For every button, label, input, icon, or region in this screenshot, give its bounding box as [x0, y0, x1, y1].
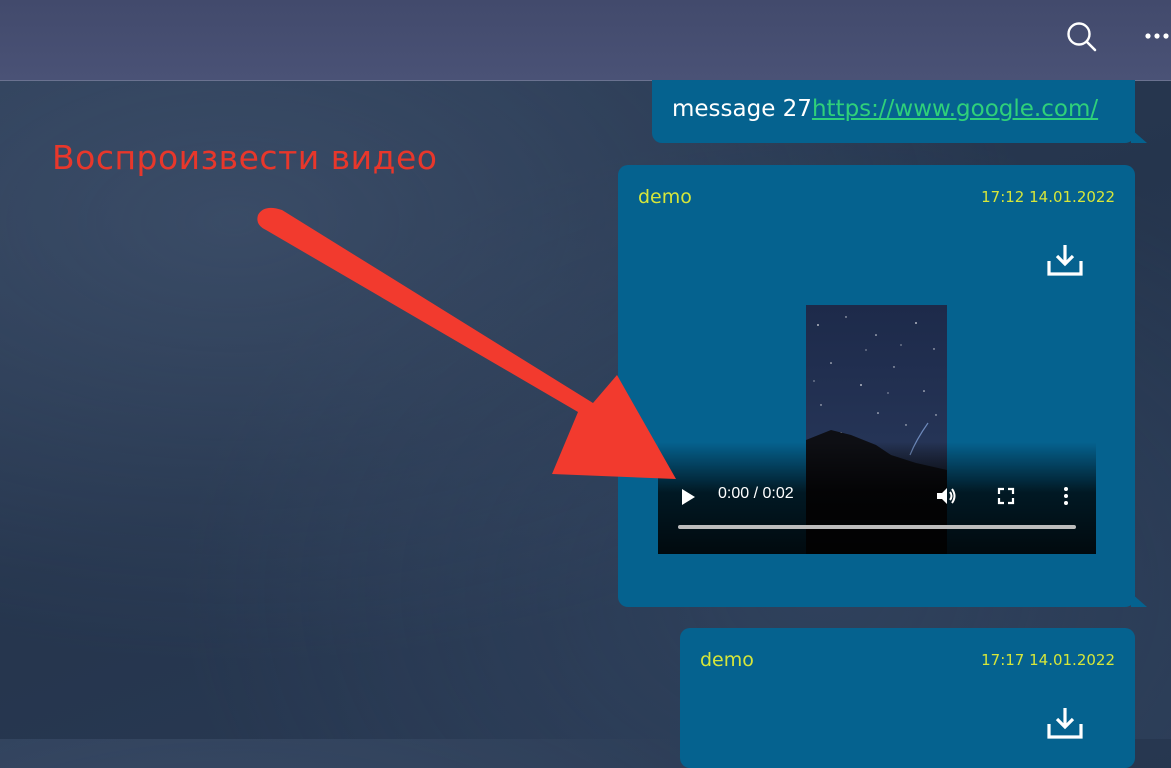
- download-icon[interactable]: [1046, 706, 1084, 740]
- chat-header: [0, 0, 1171, 81]
- message-text: message 27https://www.google.com/: [672, 96, 1098, 122]
- fullscreen-icon[interactable]: [997, 487, 1015, 505]
- play-icon[interactable]: [680, 488, 696, 506]
- message-bubble: message 27https://www.google.com/: [652, 80, 1147, 143]
- video-timecode: 0:00 / 0:02: [718, 485, 794, 502]
- download-icon[interactable]: [1046, 243, 1084, 277]
- video-progress-bar[interactable]: [678, 525, 1076, 529]
- message-body: message 27: [672, 96, 812, 122]
- video-message-bubble: demo 17:12 14.01.2022 0:00 / 0:02: [618, 165, 1147, 607]
- message-author: demo: [700, 649, 754, 671]
- search-icon[interactable]: [1064, 19, 1098, 53]
- bubble-tail: [1131, 593, 1147, 607]
- volume-icon[interactable]: [935, 485, 957, 507]
- message-bubble: demo 17:17 14.01.2022: [680, 628, 1135, 768]
- more-horizontal-icon[interactable]: [1143, 26, 1171, 46]
- more-vertical-icon[interactable]: [1056, 485, 1076, 507]
- message-link[interactable]: https://www.google.com/: [812, 96, 1098, 122]
- message-timestamp: 17:12 14.01.2022: [981, 188, 1115, 206]
- annotation-label: Воспроизвести видео: [52, 138, 438, 177]
- message-timestamp: 17:17 14.01.2022: [981, 651, 1115, 669]
- bubble-tail: [1131, 129, 1147, 143]
- message-author: demo: [638, 186, 692, 208]
- video-player[interactable]: 0:00 / 0:02: [658, 305, 1096, 554]
